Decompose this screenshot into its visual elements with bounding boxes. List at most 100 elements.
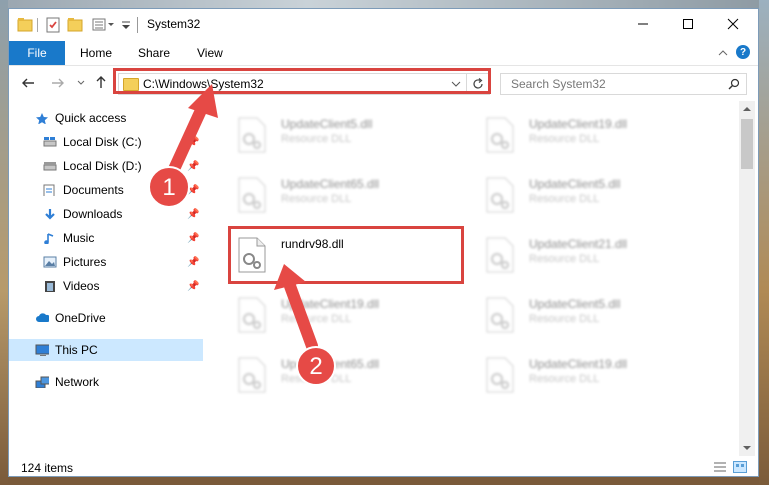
file-explorer-window: System32 File Home Share View ? C:\Windo…: [8, 8, 759, 477]
search-icon[interactable]: [728, 78, 740, 90]
sidebar-label: Local Disk (D:): [63, 159, 142, 173]
forward-icon[interactable]: [51, 77, 65, 89]
dll-file-icon: [486, 357, 514, 393]
file-item[interactable]: UpdateClient19.dll Resource DLL: [479, 109, 709, 155]
file-type: Resource DLL: [529, 313, 600, 325]
cloud-icon: [36, 313, 49, 322]
sidebar-label: OneDrive: [55, 311, 106, 325]
dll-file-icon: [486, 237, 514, 273]
file-type: Resource DLL: [281, 193, 352, 205]
window-title: System32: [147, 17, 201, 31]
back-icon[interactable]: [21, 77, 35, 89]
desktop-background-left: [0, 0, 8, 485]
desktop-background-right: [759, 0, 769, 485]
file-item[interactable]: UpdateClient19.dll Resource DLL: [479, 349, 709, 395]
tab-file[interactable]: File: [9, 41, 65, 65]
dll-file-icon: [238, 117, 266, 153]
title-divider: [137, 17, 138, 33]
scroll-down-icon[interactable]: [742, 444, 752, 452]
minimize-icon: [638, 23, 648, 25]
minimize-button[interactable]: [620, 9, 666, 39]
recent-locations-icon[interactable]: [77, 80, 85, 86]
dll-file-icon: [486, 177, 514, 213]
file-item[interactable]: UpdateClient5.dll Resource DLL: [479, 169, 709, 215]
file-name: UpdateClient5.dll: [529, 297, 621, 311]
sidebar-label: Network: [55, 375, 100, 389]
maximize-button[interactable]: [665, 9, 711, 39]
scroll-up-icon[interactable]: [742, 105, 752, 113]
large-icons-view-icon[interactable]: [733, 461, 747, 473]
search-input[interactable]: Search System32: [511, 77, 606, 91]
search-box[interactable]: Search System32: [500, 73, 747, 95]
drive-icon: [43, 137, 57, 147]
title-bar: System32: [9, 9, 758, 41]
sidebar-label: Videos: [63, 279, 100, 293]
file-type: Resource DLL: [529, 133, 600, 145]
close-button[interactable]: [710, 9, 756, 39]
sidebar-label: Documents: [63, 183, 124, 197]
file-type: Resource DLL: [529, 253, 600, 265]
vertical-scrollbar[interactable]: [739, 101, 755, 456]
file-name: UpdateClient19.dll: [529, 117, 628, 131]
expand-ribbon-icon[interactable]: [718, 49, 728, 57]
sidebar-item-onedrive[interactable]: OneDrive: [9, 307, 203, 329]
up-icon[interactable]: [95, 75, 107, 89]
sidebar-label: This PC: [55, 343, 98, 357]
pin-icon[interactable]: 📌: [187, 257, 199, 268]
dll-file-icon: [238, 297, 266, 333]
dll-file-icon: [238, 177, 266, 213]
folder-icon: [17, 18, 33, 32]
pin-icon[interactable]: 📌: [187, 281, 199, 292]
step-1-number: 1: [162, 174, 175, 201]
sidebar-item-network[interactable]: Network: [9, 371, 203, 393]
file-item[interactable]: UpdateClient65.dll Resource DLL: [231, 169, 461, 215]
tab-share[interactable]: Share: [138, 46, 170, 60]
star-icon: [36, 113, 48, 124]
pin-icon[interactable]: 📌: [187, 209, 199, 220]
sidebar-item-videos[interactable]: Videos 📌: [9, 275, 203, 297]
dll-file-icon: [486, 117, 514, 153]
sidebar-item-this-pc[interactable]: This PC: [9, 339, 203, 361]
sidebar-label: Music: [63, 231, 95, 245]
file-type: Resource DLL: [529, 193, 600, 205]
tab-view[interactable]: View: [197, 46, 223, 60]
scroll-thumb[interactable]: [741, 119, 753, 169]
file-type: Resource DLL: [529, 373, 600, 385]
tab-home[interactable]: Home: [80, 46, 112, 60]
sidebar-item-music[interactable]: Music 📌: [9, 227, 203, 249]
computer-icon: [35, 344, 49, 356]
file-item[interactable]: UpdateClient5.dll Resource DLL: [479, 289, 709, 335]
file-item[interactable]: UpdateClient5.dll Resource DLL: [231, 109, 461, 155]
file-name: UpdateClient19.dll: [529, 357, 628, 371]
pin-icon[interactable]: 📌: [187, 233, 199, 244]
drive-icon: [43, 162, 57, 171]
sidebar-label: Local Disk (C:): [63, 135, 142, 149]
toolbar-divider: [37, 18, 38, 32]
step-2-number: 2: [309, 353, 322, 380]
documents-icon: [43, 184, 55, 196]
music-icon: [44, 233, 54, 244]
properties-icon[interactable]: [45, 16, 61, 34]
maximize-icon: [683, 19, 693, 29]
download-icon: [45, 209, 55, 220]
file-item[interactable]: UpdateClient21.dll Resource DLL: [479, 229, 709, 275]
help-icon[interactable]: ?: [736, 45, 750, 59]
item-count: 124 items: [21, 461, 74, 475]
file-name: UpdateClient21.dll: [529, 237, 628, 251]
status-bar: 124 items: [9, 456, 758, 476]
step-2-badge: 2: [296, 346, 336, 386]
dll-file-icon: [238, 357, 266, 393]
pictures-icon: [43, 256, 57, 268]
file-name: UpdateClient5.dll: [529, 177, 621, 191]
qat-dropdown-icon[interactable]: [121, 16, 131, 34]
details-view-icon[interactable]: [713, 461, 727, 473]
new-folder-icon[interactable]: [67, 16, 83, 34]
sidebar-item-pictures[interactable]: Pictures 📌: [9, 251, 203, 273]
video-icon: [45, 281, 55, 292]
sidebar-label: Pictures: [63, 255, 107, 269]
customize-toolbar-icon[interactable]: [91, 16, 117, 34]
step-1-badge: 1: [148, 166, 190, 208]
file-name: UpdateClient5.dll: [281, 117, 373, 131]
dll-file-icon: [486, 297, 514, 333]
file-name: UpdateClient65.dll: [281, 177, 380, 191]
